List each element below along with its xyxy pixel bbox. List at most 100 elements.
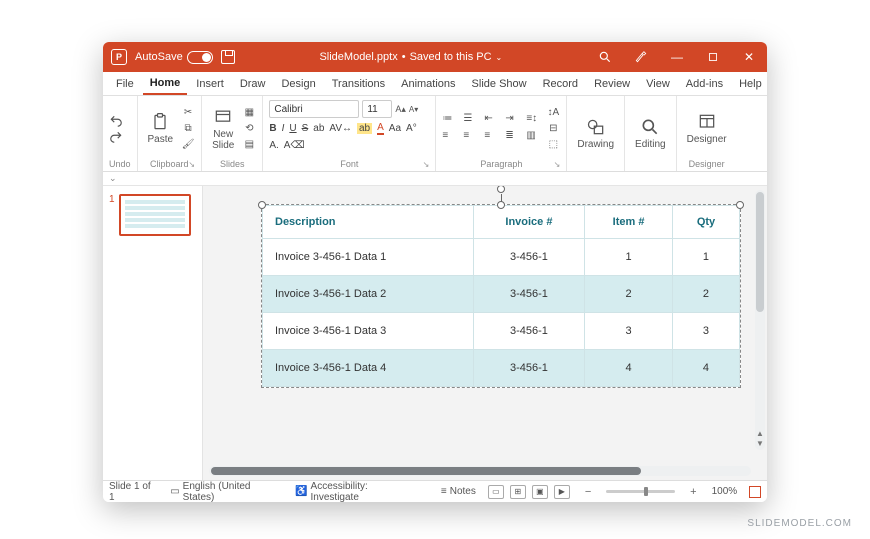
tab-draw[interactable]: Draw	[233, 72, 273, 95]
layout-icon[interactable]: ▦	[242, 106, 256, 120]
accessibility-indicator[interactable]: ♿Accessibility: Investigate	[295, 481, 417, 503]
redo-icon[interactable]	[109, 130, 123, 144]
highlight-button[interactable]: ab	[357, 123, 372, 134]
fit-to-window-button[interactable]	[749, 486, 761, 498]
slide-canvas[interactable]: Description Invoice # Item # Qty Invoice…	[203, 186, 767, 480]
qat-chevron-icon[interactable]: ⌄	[109, 173, 117, 184]
th-qty[interactable]: Qty	[672, 206, 739, 239]
horizontal-scrollbar[interactable]	[209, 466, 751, 476]
rotate-handle-icon[interactable]	[497, 186, 505, 193]
paragraph-launcher-icon[interactable]: ↘	[554, 160, 561, 169]
tab-review[interactable]: Review	[587, 72, 637, 95]
maximize-button[interactable]	[695, 42, 731, 72]
cell-invoice[interactable]: 3-456-1	[473, 239, 584, 276]
search-button[interactable]	[587, 42, 623, 72]
table-row[interactable]: Invoice 3-456-1 Data 2 3-456-1 2 2	[263, 276, 740, 313]
zoom-slider[interactable]	[606, 490, 675, 493]
thumbnail-pane[interactable]: 1	[103, 186, 203, 480]
th-item[interactable]: Item #	[585, 206, 673, 239]
clipboard-launcher-icon[interactable]: ↘	[188, 160, 195, 169]
tab-view[interactable]: View	[639, 72, 677, 95]
align-center-icon[interactable]: ≡	[463, 130, 479, 144]
graphics-format-button[interactable]	[623, 42, 659, 72]
drawing-button[interactable]: Drawing	[573, 115, 618, 152]
section-icon[interactable]: ▤	[242, 138, 256, 152]
shadow-button[interactable]: ab	[313, 123, 324, 134]
indent-decrease-icon[interactable]: ⇤	[484, 113, 500, 127]
editing-button[interactable]: Editing	[631, 115, 670, 152]
resize-handle-tl[interactable]	[258, 201, 266, 209]
close-button[interactable]: ✕	[731, 42, 767, 72]
reading-view-button[interactable]: ▣	[532, 485, 548, 499]
cell-desc[interactable]: Invoice 3-456-1 Data 3	[263, 313, 474, 350]
undo-icon[interactable]	[109, 114, 123, 128]
clear-format-button[interactable]: A⌫	[284, 140, 305, 151]
resize-handle-tm[interactable]	[497, 201, 505, 209]
data-table[interactable]: Description Invoice # Item # Qty Invoice…	[262, 205, 740, 387]
cell-qty[interactable]: 2	[672, 276, 739, 313]
notes-toggle[interactable]: ≡Notes	[441, 486, 476, 497]
paste-button[interactable]: Paste	[144, 110, 178, 147]
table-row[interactable]: Invoice 3-456-1 Data 4 3-456-1 4 4	[263, 350, 740, 387]
italic-button[interactable]: I	[282, 123, 285, 134]
reset-icon[interactable]: ⟲	[242, 122, 256, 136]
cut-icon[interactable]: ✂	[181, 106, 195, 120]
th-invoice[interactable]: Invoice #	[473, 206, 584, 239]
shrink-font-icon[interactable]: A▾	[409, 105, 418, 114]
vertical-scrollbar[interactable]: ▲ ▼	[755, 190, 765, 450]
cell-invoice[interactable]: 3-456-1	[473, 350, 584, 387]
font-name-combo[interactable]: Calibri	[269, 100, 359, 118]
align-left-icon[interactable]: ≡	[442, 130, 458, 144]
save-icon[interactable]	[221, 50, 235, 64]
superscript-button[interactable]: A°	[406, 123, 417, 134]
grow-font-icon[interactable]: A▴	[395, 104, 406, 115]
sorter-view-button[interactable]: ⊞	[510, 485, 526, 499]
cell-item[interactable]: 3	[585, 313, 673, 350]
tab-home[interactable]: Home	[143, 72, 188, 95]
align-text-icon[interactable]: ⊟	[546, 122, 560, 136]
strikethrough-button[interactable]: S	[302, 123, 309, 134]
align-right-icon[interactable]: ≡	[484, 130, 500, 144]
cell-item[interactable]: 4	[585, 350, 673, 387]
title-dropdown-icon[interactable]: ⌄	[496, 53, 503, 62]
cell-qty[interactable]: 1	[672, 239, 739, 276]
minimize-button[interactable]: —	[659, 42, 695, 72]
scrollbar-thumb[interactable]	[756, 192, 764, 312]
font-color-button[interactable]: A	[377, 122, 384, 135]
bullets-icon[interactable]: ≔	[442, 113, 458, 127]
zoom-level[interactable]: 100%	[712, 486, 738, 497]
slideshow-view-button[interactable]: ▶	[554, 485, 570, 499]
underline-button[interactable]: U	[289, 123, 296, 134]
change-case-button[interactable]: Aa	[389, 123, 401, 134]
new-slide-button[interactable]: New Slide	[208, 105, 238, 153]
tab-transitions[interactable]: Transitions	[325, 72, 392, 95]
subscript-button[interactable]: A.	[269, 140, 278, 151]
next-slide-icon[interactable]: ▼	[756, 439, 764, 448]
tab-file[interactable]: File	[109, 72, 141, 95]
zoom-out-button[interactable]: −	[582, 486, 594, 498]
format-painter-icon[interactable]: 🖌	[181, 138, 195, 152]
resize-handle-tr[interactable]	[736, 201, 744, 209]
font-size-combo[interactable]: 11	[362, 100, 392, 118]
smartart-icon[interactable]: ⬚	[546, 138, 560, 152]
tab-design[interactable]: Design	[274, 72, 322, 95]
bold-button[interactable]: B	[269, 123, 276, 134]
copy-icon[interactable]: ⧉	[181, 122, 195, 136]
language-indicator[interactable]: ▭English (United States)	[170, 481, 283, 503]
tab-addins[interactable]: Add-ins	[679, 72, 730, 95]
cell-invoice[interactable]: 3-456-1	[473, 276, 584, 313]
cell-desc[interactable]: Invoice 3-456-1 Data 2	[263, 276, 474, 313]
cell-item[interactable]: 2	[585, 276, 673, 313]
tab-animations[interactable]: Animations	[394, 72, 462, 95]
cell-item[interactable]: 1	[585, 239, 673, 276]
columns-icon[interactable]: ▥	[526, 130, 542, 144]
cell-desc[interactable]: Invoice 3-456-1 Data 4	[263, 350, 474, 387]
slide-indicator[interactable]: Slide 1 of 1	[109, 481, 158, 503]
tab-record[interactable]: Record	[536, 72, 585, 95]
autosave-toggle[interactable]: AutoSave	[135, 51, 213, 64]
slide-thumbnail-1[interactable]: 1	[109, 194, 196, 236]
cell-qty[interactable]: 4	[672, 350, 739, 387]
font-launcher-icon[interactable]: ↘	[423, 160, 430, 169]
th-description[interactable]: Description	[263, 206, 474, 239]
normal-view-button[interactable]: ▭	[488, 485, 504, 499]
